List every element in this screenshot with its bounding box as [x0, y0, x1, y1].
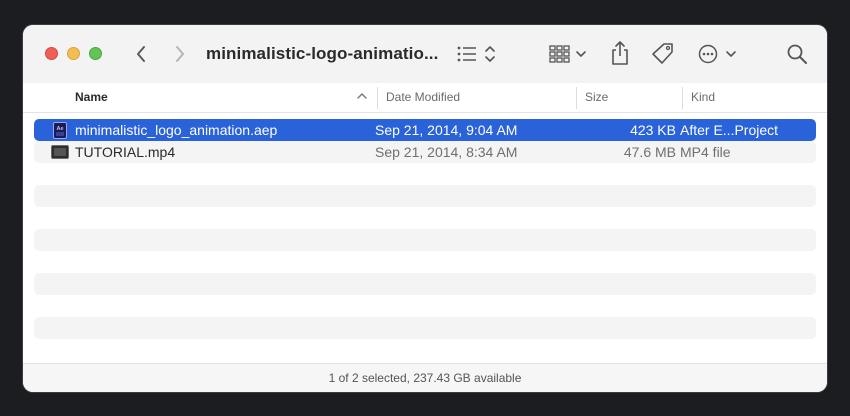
status-bar: 1 of 2 selected, 237.43 GB available	[23, 363, 827, 392]
view-options-button[interactable]	[455, 42, 499, 66]
file-date: Sep 21, 2014, 8:34 AM	[375, 144, 518, 160]
list-view-icon	[457, 46, 495, 62]
chevron-left-icon	[137, 46, 145, 62]
empty-row	[34, 229, 816, 251]
date-modified-column-header[interactable]: Date Modified	[386, 90, 460, 104]
column-divider[interactable]	[576, 87, 577, 109]
tag-button[interactable]	[651, 41, 675, 67]
name-column-header[interactable]: Name	[75, 90, 108, 104]
share-button[interactable]	[609, 39, 631, 67]
close-button[interactable]	[45, 47, 58, 60]
forward-button[interactable]	[170, 43, 190, 65]
file-kind: MP4 file	[680, 144, 731, 160]
column-divider[interactable]	[377, 87, 378, 109]
file-size: 423 KB	[630, 122, 676, 138]
zoom-button[interactable]	[89, 47, 102, 60]
empty-row	[34, 317, 816, 339]
svg-text:Ae: Ae	[56, 126, 63, 132]
column-divider[interactable]	[682, 87, 683, 109]
finder-window: minimalistic-logo-animatio... Name Date …	[23, 25, 827, 392]
group-by-button[interactable]	[548, 42, 588, 66]
ellipsis-circle-icon	[698, 44, 736, 64]
toolbar: minimalistic-logo-animatio...	[23, 25, 827, 83]
tag-icon	[652, 43, 673, 64]
window-title: minimalistic-logo-animatio...	[206, 44, 439, 63]
file-name: TUTORIAL.mp4	[75, 144, 176, 160]
search-button[interactable]	[785, 42, 809, 66]
column-header: Name Date Modified Size Kind	[23, 83, 827, 113]
empty-row	[34, 185, 816, 207]
share-icon	[612, 41, 628, 65]
grid-view-icon	[549, 45, 586, 63]
file-kind: After E...Project	[680, 122, 779, 138]
sort-ascending-icon[interactable]	[357, 89, 367, 106]
size-column-header[interactable]: Size	[585, 90, 608, 104]
file-row[interactable]: TUTORIAL.mp4 Sep 21, 2014, 8:34 AM 47.6 …	[34, 141, 816, 163]
after-effects-file-icon: Ae	[53, 122, 67, 139]
kind-column-header[interactable]: Kind	[691, 90, 715, 104]
search-icon	[787, 44, 807, 64]
empty-row	[34, 273, 816, 295]
back-button[interactable]	[131, 43, 151, 65]
file-row[interactable]: Ae minimalistic_logo_animation.aep Sep 2…	[34, 119, 816, 141]
file-size: 47.6 MB	[623, 144, 676, 160]
chevron-right-icon	[176, 46, 184, 62]
minimize-button[interactable]	[67, 47, 80, 60]
video-file-icon	[51, 145, 69, 159]
file-date: Sep 21, 2014, 9:04 AM	[375, 122, 518, 138]
action-menu-button[interactable]	[697, 42, 739, 66]
file-name: minimalistic_logo_animation.aep	[75, 122, 278, 138]
